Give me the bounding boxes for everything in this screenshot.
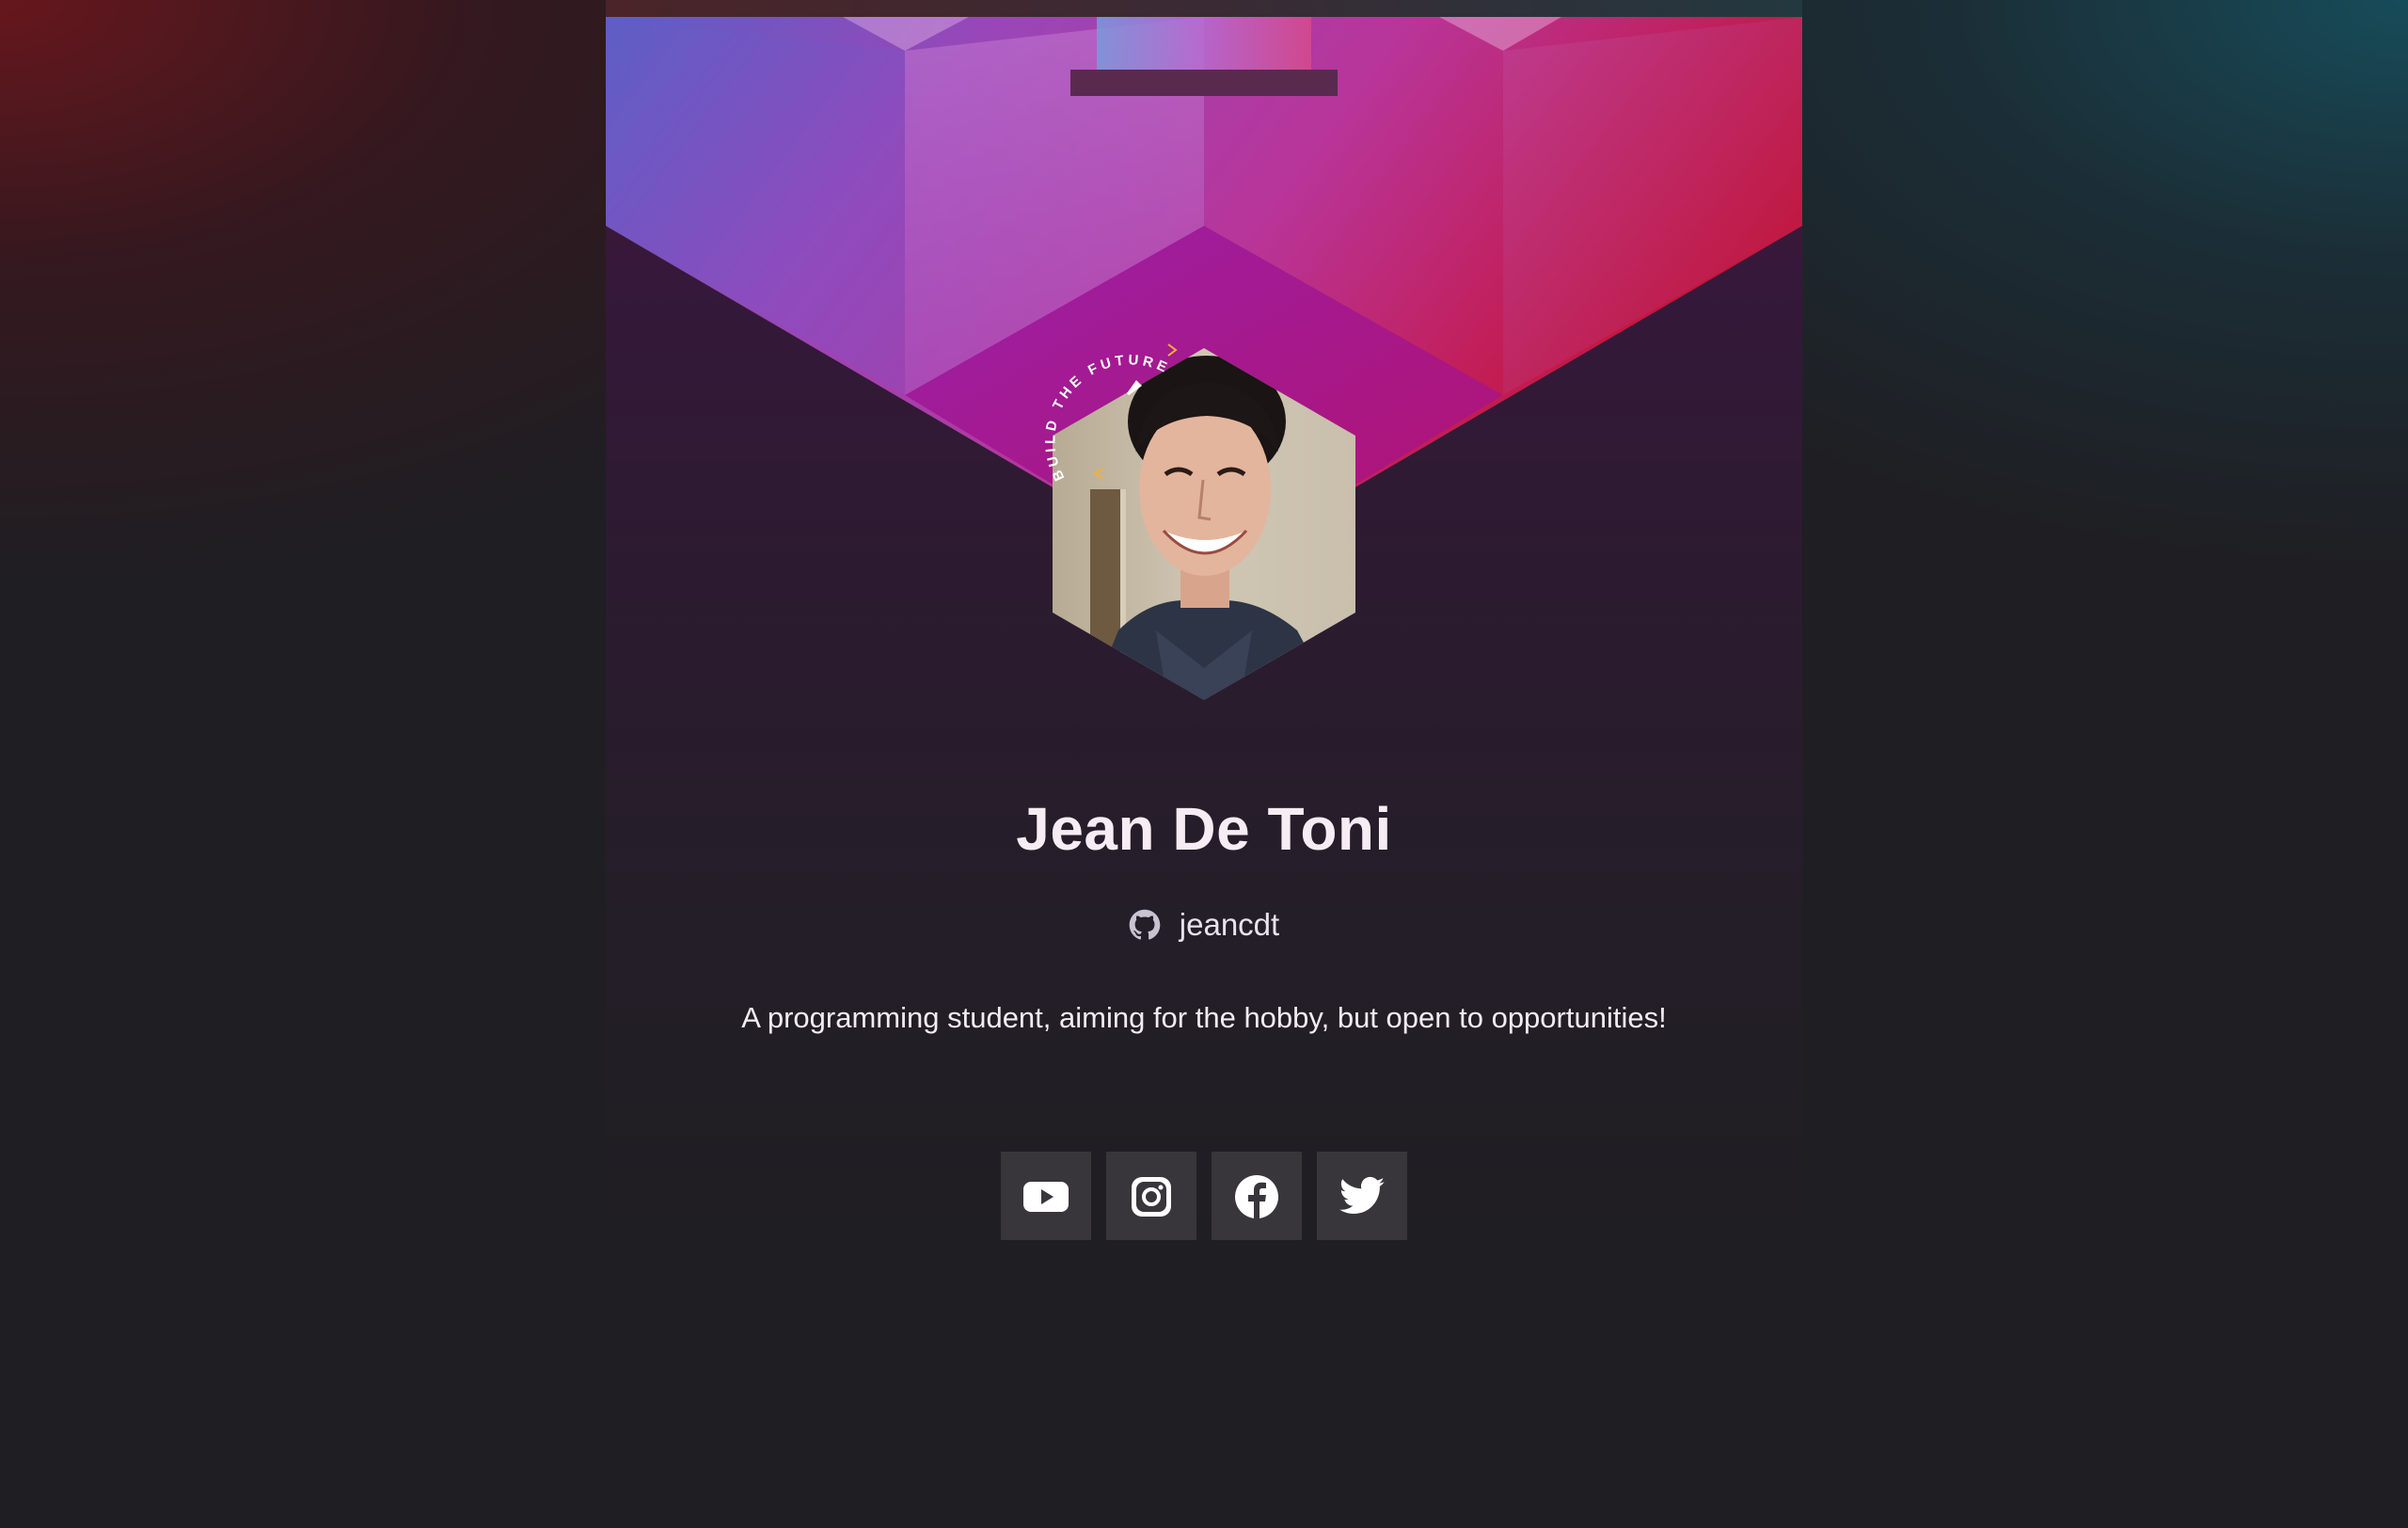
svg-text:BUILD THE FUTURE: BUILD THE FUTURE (1042, 352, 1172, 484)
profile-bio: A programming student, aiming for the ho… (741, 1001, 1667, 1034)
instagram-icon (1132, 1177, 1171, 1217)
badge-text: BUILD THE FUTURE (1042, 352, 1168, 484)
instagram-button[interactable] (1106, 1152, 1196, 1240)
top-strip (606, 0, 1802, 17)
github-link[interactable]: jeancdt (606, 907, 1802, 943)
profile-card: BUILD THE FUTURE Jean De Toni jeancdt A … (606, 17, 1802, 1240)
rocketseat-badge: BUILD THE FUTURE (1042, 343, 1178, 484)
lanyard-strap (1097, 17, 1311, 75)
youtube-icon (1023, 1182, 1069, 1212)
github-handle: jeancdt (1179, 907, 1280, 942)
twitter-icon (1339, 1176, 1385, 1214)
social-links (1001, 1152, 1407, 1240)
twitter-button[interactable] (1317, 1152, 1407, 1240)
facebook-button[interactable] (1212, 1152, 1302, 1240)
facebook-icon (1235, 1175, 1278, 1218)
lanyard-clip (1070, 70, 1338, 96)
profile-name: Jean De Toni (1016, 795, 1392, 863)
github-icon (1129, 909, 1161, 940)
youtube-button[interactable] (1001, 1152, 1091, 1240)
